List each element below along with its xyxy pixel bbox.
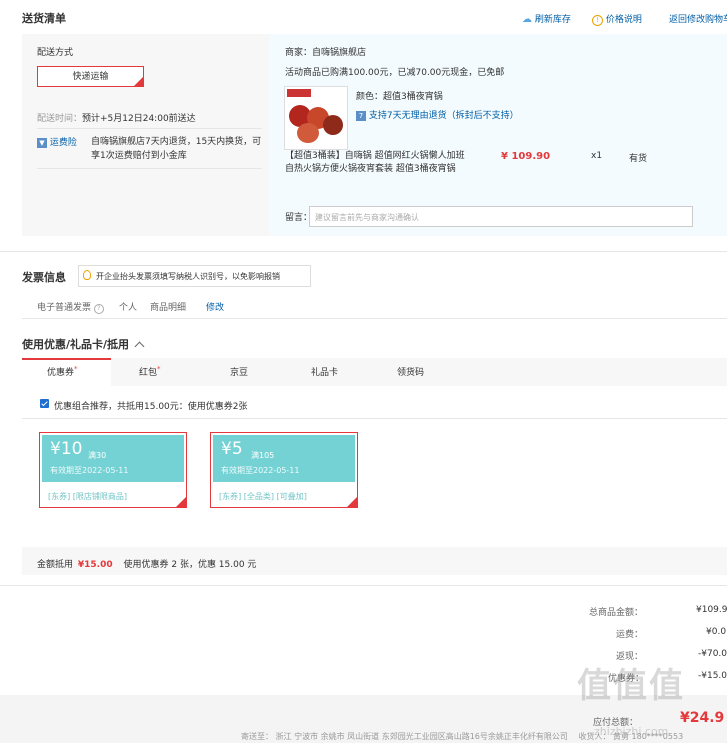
- freight-insurance-badge[interactable]: ▼ 运费险: [37, 135, 77, 148]
- refresh-stock-link[interactable]: ☁ 刷新库存: [522, 12, 571, 25]
- summary-cashback-value: -¥70.0: [698, 649, 727, 659]
- coupon-card[interactable]: ¥10 满30 有效期至2022-05-11 [东券] [限店铺限商品]: [39, 432, 187, 508]
- summary-coupon-value: -¥15.0: [698, 671, 727, 681]
- return-cart-link[interactable]: 返回修改购物车: [669, 12, 727, 25]
- watermark-logo: 值值值: [577, 666, 685, 706]
- invoice-tip: 开企业抬头发票须填写纳税人识别号，以免影响报销: [78, 265, 311, 287]
- divider: [0, 585, 727, 586]
- product-name[interactable]: 【超值3桶装】自嗨锅 超值网红火锅懒人加班自热火锅方便火锅夜宵套装 超值3桶夜宵…: [285, 150, 471, 176]
- product-logo-icon: [287, 89, 311, 97]
- invoice-edit-link[interactable]: 修改: [206, 300, 224, 313]
- discount-tabs: [22, 358, 727, 386]
- recommend-text: 优惠组合推荐，共抵用15.00元：使用优惠券2张: [54, 402, 248, 412]
- shield-icon: ▼: [37, 138, 47, 148]
- page-title: 送货清单: [22, 12, 66, 25]
- hotpot-bowl-icon: [323, 115, 343, 135]
- shipping-label: 配送方式: [37, 48, 74, 58]
- product-image[interactable]: [284, 86, 348, 150]
- invoice-detail: 商品明细: [150, 303, 187, 313]
- summary-freight-value: ¥0.0: [706, 627, 727, 637]
- invoice-title: 发票信息: [22, 271, 66, 284]
- watermark-site: zhizhizhi.com: [594, 725, 669, 738]
- shipping-method-button[interactable]: 快递运输: [37, 66, 144, 87]
- lightbulb-icon: [83, 270, 91, 280]
- divider: [37, 168, 262, 169]
- summary-total-value: ¥109.9: [696, 605, 727, 615]
- help-icon[interactable]: ?: [93, 304, 104, 314]
- selected-corner-icon: [176, 497, 186, 507]
- memo-input[interactable]: 建议留言前先与商家沟通确认: [309, 206, 693, 227]
- divider: [22, 318, 727, 319]
- product-color: 颜色：超值3桶夜宵锅: [356, 92, 443, 102]
- badge-dot-icon: *: [74, 365, 78, 373]
- product-price: ¥ 109.90: [501, 151, 551, 162]
- product-quantity: x1: [591, 151, 603, 161]
- divider: [22, 418, 727, 419]
- recommend-checkbox[interactable]: [40, 399, 49, 408]
- info-icon: !: [592, 15, 603, 26]
- tab-red-packet[interactable]: 红包*: [139, 365, 161, 378]
- summary-total-label: 总商品金额：: [589, 608, 644, 618]
- deduct-summary: 金额抵用 ¥15.00 使用优惠券 2 张，优惠 15.00 元: [37, 560, 257, 570]
- discount-title[interactable]: 使用优惠/礼品卡/抵用: [22, 336, 145, 352]
- promo-text: 活动商品已购满100.00元，已减70.00元现金，已免邮: [285, 68, 505, 78]
- tab-coupons[interactable]: 优惠券*: [47, 365, 78, 378]
- badge-dot-icon: *: [157, 365, 161, 373]
- memo-label: 留言：: [285, 213, 313, 223]
- freight-insurance-text: 自嗨锅旗舰店7天内退货，15天内换货，可享1次运费赔付到小金库: [91, 137, 262, 161]
- coupon-card[interactable]: ¥5 满105 有效期至2022-05-11 [东券] [全品类] [可叠加]: [210, 432, 358, 508]
- tab-pickup-code[interactable]: 领货码: [397, 365, 424, 378]
- payable-value: ¥24.9: [680, 710, 725, 726]
- delivery-time: 配送时间：预计+5月12日24:00前送达: [37, 114, 196, 124]
- cloud-icon: ☁: [522, 14, 532, 25]
- divider: [0, 251, 727, 252]
- seven-day-icon: 7: [356, 111, 366, 121]
- price-note-link[interactable]: ! 价格说明: [592, 12, 642, 26]
- shop-name: 商家：自嗨锅旗舰店: [285, 48, 367, 58]
- invoice-type: 电子普通发票 ?: [37, 300, 104, 314]
- tab-gift-card[interactable]: 礼品卡: [311, 365, 338, 378]
- selected-corner-icon: [347, 497, 357, 507]
- divider: [37, 128, 262, 129]
- invoice-person: 个人: [119, 303, 138, 313]
- summary-freight-label: 运费：: [616, 630, 644, 640]
- tab-jingdou[interactable]: 京豆: [230, 365, 248, 378]
- hotpot-bowl-icon: [297, 123, 319, 143]
- product-stock: 有货: [629, 154, 648, 164]
- return-policy: 7 支持7天无理由退货（拆封后不支持）: [356, 108, 519, 121]
- chevron-up-icon: [134, 341, 145, 352]
